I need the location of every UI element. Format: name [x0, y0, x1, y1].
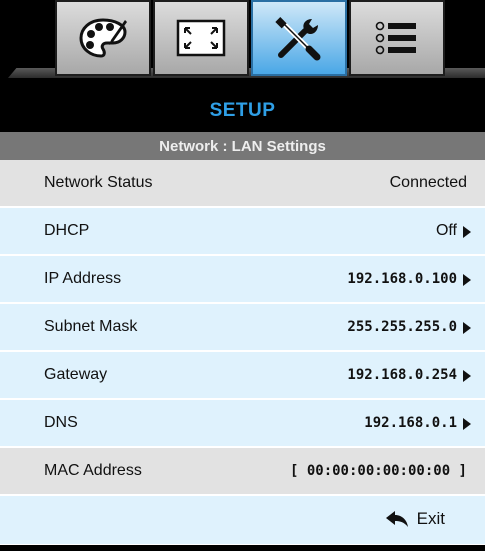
row-label: Network Status [44, 174, 153, 191]
chevron-right-icon[interactable] [463, 418, 471, 430]
row-label: Subnet Mask [44, 318, 138, 335]
chevron-right-icon[interactable] [463, 322, 471, 334]
row-label: DHCP [44, 222, 90, 239]
row-value: Off [435, 222, 457, 239]
row-value: 192.168.0.1 [364, 415, 457, 431]
row-label: IP Address [44, 270, 122, 287]
row-label: MAC Address [44, 462, 142, 479]
chevron-right-icon[interactable] [463, 226, 471, 238]
row-value: 192.168.0.254 [347, 367, 457, 383]
row-value: Connected [389, 174, 467, 191]
tools-icon [271, 15, 327, 61]
settings-list: Network Status Connected DHCP Off IP Add… [0, 160, 485, 544]
row-label: Gateway [44, 366, 108, 383]
row-network-status: Network Status Connected [0, 160, 485, 208]
submenu-title: Network : LAN Settings [0, 132, 485, 160]
row-value: [ 00:00:00:00:00:00 ] [289, 463, 467, 479]
tab-display[interactable] [55, 0, 151, 76]
row-value: 192.168.0.100 [347, 271, 457, 287]
screen-resize-icon [175, 18, 227, 58]
palette-icon [77, 16, 129, 60]
tab-bar [0, 0, 485, 90]
list-icon [372, 18, 422, 58]
row-gateway[interactable]: Gateway 192.168.0.254 [0, 352, 485, 400]
menu-title: SETUP [0, 90, 485, 132]
return-arrow-icon [385, 511, 408, 527]
row-mac-address: MAC Address [ 00:00:00:00:00:00 ] [0, 448, 485, 496]
tab-setup[interactable] [251, 0, 347, 76]
row-value: 255.255.255.0 [347, 319, 457, 335]
row-dhcp[interactable]: DHCP Off [0, 208, 485, 256]
tab-options[interactable] [349, 0, 445, 76]
tab-image[interactable] [153, 0, 249, 76]
bottom-border [0, 545, 485, 551]
row-subnet-mask[interactable]: Subnet Mask 255.255.255.0 [0, 304, 485, 352]
exit-row[interactable]: Exit [0, 496, 485, 544]
chevron-right-icon[interactable] [463, 370, 471, 382]
row-ip-address[interactable]: IP Address 192.168.0.100 [0, 256, 485, 304]
exit-label: Exit [416, 509, 445, 528]
chevron-right-icon[interactable] [463, 274, 471, 286]
row-dns[interactable]: DNS 192.168.0.1 [0, 400, 485, 448]
row-label: DNS [44, 414, 78, 431]
exit-button[interactable]: Exit [385, 496, 445, 542]
osd-menu: SETUP Network : LAN Settings Network Sta… [0, 0, 485, 551]
